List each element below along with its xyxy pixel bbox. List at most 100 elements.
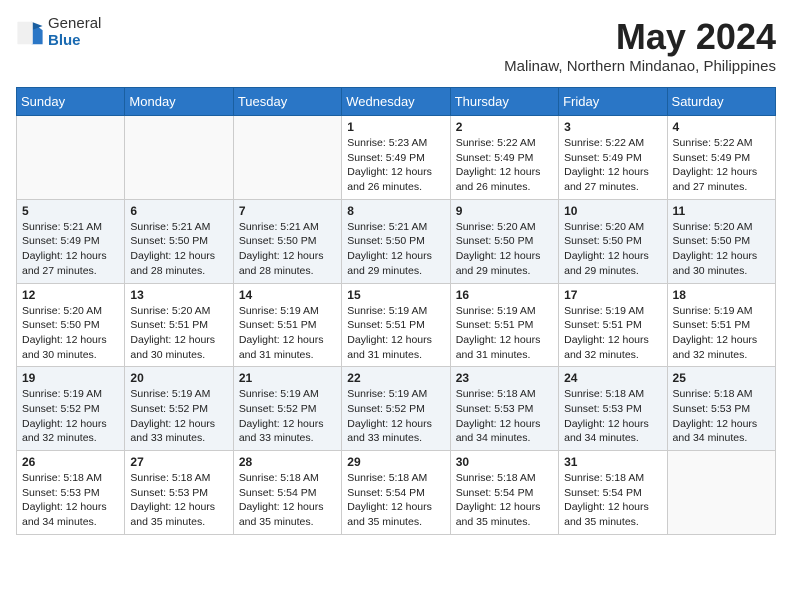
day-info: Sunrise: 5:21 AM Sunset: 5:50 PM Dayligh… xyxy=(130,220,227,279)
day-number: 7 xyxy=(239,204,336,218)
day-number: 3 xyxy=(564,120,661,134)
day-info: Sunrise: 5:22 AM Sunset: 5:49 PM Dayligh… xyxy=(564,136,661,195)
day-of-week-header: Wednesday xyxy=(342,88,450,116)
calendar-week-row: 12 Sunrise: 5:20 AM Sunset: 5:50 PM Dayli… xyxy=(17,283,776,367)
calendar-cell: 13 Sunrise: 5:20 AM Sunset: 5:51 PM Dayli… xyxy=(125,283,233,367)
day-number: 12 xyxy=(22,288,119,302)
calendar-cell: 29 Sunrise: 5:18 AM Sunset: 5:54 PM Dayli… xyxy=(342,451,450,535)
calendar-cell: 28 Sunrise: 5:18 AM Sunset: 5:54 PM Dayli… xyxy=(233,451,341,535)
day-number: 25 xyxy=(673,371,770,385)
calendar-cell: 8 Sunrise: 5:21 AM Sunset: 5:50 PM Daylig… xyxy=(342,199,450,283)
calendar-table: SundayMondayTuesdayWednesdayThursdayFrid… xyxy=(16,87,776,535)
calendar-cell: 5Sunrise: 5:21 AM Sunset: 5:49 PM Daylig… xyxy=(17,199,125,283)
day-info: Sunrise: 5:20 AM Sunset: 5:51 PM Dayligh… xyxy=(130,304,227,363)
day-info: Sunrise: 5:19 AM Sunset: 5:51 PM Dayligh… xyxy=(239,304,336,363)
day-info: Sunrise: 5:22 AM Sunset: 5:49 PM Dayligh… xyxy=(456,136,553,195)
calendar-cell xyxy=(125,116,233,200)
calendar-cell: 21 Sunrise: 5:19 AM Sunset: 5:52 PM Dayli… xyxy=(233,367,341,451)
day-number: 10 xyxy=(564,204,661,218)
day-number: 21 xyxy=(239,371,336,385)
location-title: Malinaw, Northern Mindanao, Philippines xyxy=(504,58,776,75)
day-number: 9 xyxy=(456,204,553,218)
calendar-cell: 12 Sunrise: 5:20 AM Sunset: 5:50 PM Dayli… xyxy=(17,283,125,367)
day-info: Sunrise: 5:18 AM Sunset: 5:53 PM Dayligh… xyxy=(673,387,770,446)
day-number: 4 xyxy=(673,120,770,134)
day-number: 20 xyxy=(130,371,227,385)
day-info: Sunrise: 5:18 AM Sunset: 5:53 PM Dayligh… xyxy=(130,471,227,530)
day-number: 29 xyxy=(347,455,444,469)
calendar-cell: 24 Sunrise: 5:18 AM Sunset: 5:53 PM Dayli… xyxy=(559,367,667,451)
calendar-week-row: 26 Sunrise: 5:18 AM Sunset: 5:53 PM Dayli… xyxy=(17,451,776,535)
day-info: Sunrise: 5:20 AM Sunset: 5:50 PM Dayligh… xyxy=(673,220,770,279)
day-number: 16 xyxy=(456,288,553,302)
calendar-cell: 22Sunrise: 5:19 AM Sunset: 5:52 PM Dayli… xyxy=(342,367,450,451)
calendar-cell: 25 Sunrise: 5:18 AM Sunset: 5:53 PM Dayli… xyxy=(667,367,775,451)
day-number: 19 xyxy=(22,371,119,385)
calendar-cell: 11 Sunrise: 5:20 AM Sunset: 5:50 PM Dayli… xyxy=(667,199,775,283)
day-number: 23 xyxy=(456,371,553,385)
day-of-week-header: Tuesday xyxy=(233,88,341,116)
calendar-week-row: 1Sunrise: 5:23 AM Sunset: 5:49 PM Daylig… xyxy=(17,116,776,200)
day-number: 5 xyxy=(22,204,119,218)
day-info: Sunrise: 5:21 AM Sunset: 5:50 PM Dayligh… xyxy=(347,220,444,279)
day-info: Sunrise: 5:19 AM Sunset: 5:51 PM Dayligh… xyxy=(347,304,444,363)
day-info: Sunrise: 5:18 AM Sunset: 5:53 PM Dayligh… xyxy=(22,471,119,530)
calendar-body: 1Sunrise: 5:23 AM Sunset: 5:49 PM Daylig… xyxy=(17,116,776,535)
day-info: Sunrise: 5:18 AM Sunset: 5:53 PM Dayligh… xyxy=(564,387,661,446)
day-info: Sunrise: 5:20 AM Sunset: 5:50 PM Dayligh… xyxy=(564,220,661,279)
calendar-cell: 3 Sunrise: 5:22 AM Sunset: 5:49 PM Daylig… xyxy=(559,116,667,200)
day-of-week-header: Friday xyxy=(559,88,667,116)
calendar-cell: 19Sunrise: 5:19 AM Sunset: 5:52 PM Dayli… xyxy=(17,367,125,451)
calendar-cell: 1Sunrise: 5:23 AM Sunset: 5:49 PM Daylig… xyxy=(342,116,450,200)
day-info: Sunrise: 5:18 AM Sunset: 5:54 PM Dayligh… xyxy=(564,471,661,530)
calendar-week-row: 19 Sunrise: 5:19 AM Sunset: 5:52 PM Dayli… xyxy=(17,367,776,451)
title-section: May 2024 Malinaw, Northern Mindanao, Phi… xyxy=(504,16,776,75)
day-info: Sunrise: 5:19 AM Sunset: 5:51 PM Dayligh… xyxy=(564,304,661,363)
calendar-cell: 9 Sunrise: 5:20 AM Sunset: 5:50 PM Daylig… xyxy=(450,199,558,283)
day-number: 2 xyxy=(456,120,553,134)
calendar-cell: 7 Sunrise: 5:21 AM Sunset: 5:50 PM Daylig… xyxy=(233,199,341,283)
calendar-cell: 26 Sunrise: 5:18 AM Sunset: 5:53 PM Dayli… xyxy=(17,451,125,535)
day-number: 11 xyxy=(673,204,770,218)
calendar-cell: 27 Sunrise: 5:18 AM Sunset: 5:53 PM Dayli… xyxy=(125,451,233,535)
day-info: Sunrise: 5:19 AM Sunset: 5:52 PM Dayligh… xyxy=(347,387,444,446)
calendar-cell: 23Sunrise: 5:18 AM Sunset: 5:53 PM Dayli… xyxy=(450,367,558,451)
day-number: 27 xyxy=(130,455,227,469)
logo: General Blue xyxy=(16,16,101,49)
day-info: Sunrise: 5:20 AM Sunset: 5:50 PM Dayligh… xyxy=(456,220,553,279)
calendar-cell xyxy=(233,116,341,200)
calendar-cell: 16Sunrise: 5:19 AM Sunset: 5:51 PM Dayli… xyxy=(450,283,558,367)
day-info: Sunrise: 5:19 AM Sunset: 5:52 PM Dayligh… xyxy=(130,387,227,446)
month-title: May 2024 xyxy=(504,16,776,58)
day-of-week-header: Thursday xyxy=(450,88,558,116)
calendar-cell: 31Sunrise: 5:18 AM Sunset: 5:54 PM Dayli… xyxy=(559,451,667,535)
calendar-cell: 20 Sunrise: 5:19 AM Sunset: 5:52 PM Dayli… xyxy=(125,367,233,451)
day-info: Sunrise: 5:21 AM Sunset: 5:50 PM Dayligh… xyxy=(239,220,336,279)
calendar-header-row: SundayMondayTuesdayWednesdayThursdayFrid… xyxy=(17,88,776,116)
day-info: Sunrise: 5:19 AM Sunset: 5:52 PM Dayligh… xyxy=(239,387,336,446)
day-number: 26 xyxy=(22,455,119,469)
day-of-week-header: Saturday xyxy=(667,88,775,116)
day-number: 24 xyxy=(564,371,661,385)
calendar-cell xyxy=(667,451,775,535)
day-info: Sunrise: 5:18 AM Sunset: 5:54 PM Dayligh… xyxy=(347,471,444,530)
calendar-cell: 6Sunrise: 5:21 AM Sunset: 5:50 PM Daylig… xyxy=(125,199,233,283)
day-info: Sunrise: 5:22 AM Sunset: 5:49 PM Dayligh… xyxy=(673,136,770,195)
calendar-week-row: 5Sunrise: 5:21 AM Sunset: 5:49 PM Daylig… xyxy=(17,199,776,283)
day-info: Sunrise: 5:18 AM Sunset: 5:54 PM Dayligh… xyxy=(456,471,553,530)
day-number: 13 xyxy=(130,288,227,302)
day-number: 28 xyxy=(239,455,336,469)
day-info: Sunrise: 5:23 AM Sunset: 5:49 PM Dayligh… xyxy=(347,136,444,195)
day-info: Sunrise: 5:18 AM Sunset: 5:54 PM Dayligh… xyxy=(239,471,336,530)
day-of-week-header: Monday xyxy=(125,88,233,116)
day-info: Sunrise: 5:20 AM Sunset: 5:50 PM Dayligh… xyxy=(22,304,119,363)
calendar-cell xyxy=(17,116,125,200)
page-header: General Blue May 2024 Malinaw, Northern … xyxy=(16,16,776,75)
day-number: 30 xyxy=(456,455,553,469)
day-number: 18 xyxy=(673,288,770,302)
logo-blue-text: Blue xyxy=(48,33,101,50)
calendar-cell: 15Sunrise: 5:19 AM Sunset: 5:51 PM Dayli… xyxy=(342,283,450,367)
calendar-cell: 17Sunrise: 5:19 AM Sunset: 5:51 PM Dayli… xyxy=(559,283,667,367)
logo-general-text: General xyxy=(48,16,101,33)
day-number: 8 xyxy=(347,204,444,218)
